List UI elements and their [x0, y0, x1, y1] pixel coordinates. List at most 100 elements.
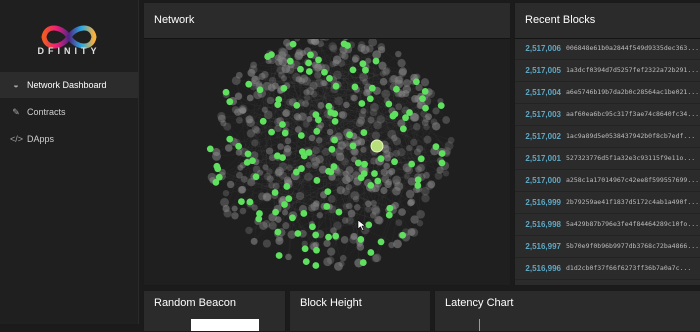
- network-node[interactable]: [417, 164, 425, 172]
- network-node[interactable]: [277, 143, 284, 150]
- network-node-active[interactable]: [422, 88, 429, 95]
- network-node-active[interactable]: [312, 262, 319, 269]
- network-node[interactable]: [263, 239, 271, 247]
- network-node-active[interactable]: [238, 198, 245, 205]
- network-node[interactable]: [374, 216, 382, 224]
- network-node[interactable]: [341, 52, 348, 59]
- network-node[interactable]: [304, 173, 313, 182]
- network-node[interactable]: [365, 206, 372, 213]
- network-node-active[interactable]: [268, 129, 275, 136]
- network-node[interactable]: [380, 70, 386, 76]
- network-node[interactable]: [282, 209, 288, 215]
- network-node[interactable]: [339, 111, 347, 119]
- network-node[interactable]: [262, 107, 268, 113]
- network-node[interactable]: [337, 186, 345, 194]
- network-node-active[interactable]: [367, 95, 374, 102]
- network-node[interactable]: [423, 172, 430, 179]
- network-node-active[interactable]: [260, 118, 267, 125]
- network-node-active[interactable]: [272, 189, 279, 196]
- block-row[interactable]: 2,516,9992b79259ae41f1837d5172c4ab1a490f…: [515, 191, 700, 214]
- block-row[interactable]: 2,517,0021ac9a89d5e0538437942b0f8cb7edf.…: [515, 125, 700, 148]
- network-node-active[interactable]: [289, 214, 296, 221]
- block-number[interactable]: 2,517,003: [515, 110, 561, 119]
- network-node-active[interactable]: [367, 249, 374, 256]
- network-node-active[interactable]: [274, 229, 281, 236]
- network-node[interactable]: [354, 204, 361, 211]
- network-node-active[interactable]: [307, 52, 314, 59]
- network-node[interactable]: [218, 115, 226, 123]
- network-node[interactable]: [425, 113, 432, 120]
- network-node[interactable]: [259, 221, 268, 230]
- network-node[interactable]: [252, 126, 259, 133]
- network-node[interactable]: [393, 137, 401, 145]
- network-node[interactable]: [263, 82, 272, 91]
- sidebar-item-dapps[interactable]: </> DApps: [0, 126, 138, 152]
- network-node-active[interactable]: [419, 95, 426, 102]
- network-node[interactable]: [342, 140, 348, 146]
- network-node-active[interactable]: [359, 60, 366, 67]
- network-node-active[interactable]: [313, 128, 320, 135]
- network-node[interactable]: [308, 204, 315, 211]
- network-node[interactable]: [300, 75, 308, 83]
- block-row[interactable]: 2,517,004a6e5746b19b7da2b0c28564ac1be021…: [515, 81, 700, 104]
- network-node[interactable]: [351, 233, 358, 240]
- network-node-active[interactable]: [280, 85, 287, 92]
- network-node-active[interactable]: [399, 232, 406, 239]
- network-node[interactable]: [384, 155, 391, 162]
- network-node-active[interactable]: [373, 58, 380, 65]
- network-node-active[interactable]: [293, 102, 300, 109]
- block-number[interactable]: 2,516,996: [515, 264, 561, 273]
- network-node-active[interactable]: [325, 103, 332, 110]
- network-node[interactable]: [367, 116, 374, 123]
- network-node[interactable]: [302, 100, 309, 107]
- network-node-active[interactable]: [315, 56, 322, 63]
- network-node[interactable]: [376, 115, 384, 123]
- network-node[interactable]: [328, 42, 337, 51]
- network-node-active[interactable]: [365, 221, 372, 228]
- network-node[interactable]: [251, 238, 258, 245]
- network-node[interactable]: [395, 219, 402, 226]
- network-node[interactable]: [334, 262, 343, 271]
- network-node-active[interactable]: [305, 60, 312, 67]
- network-node[interactable]: [443, 170, 449, 176]
- network-node[interactable]: [232, 206, 238, 212]
- network-node-active[interactable]: [214, 165, 221, 172]
- network-node-active[interactable]: [438, 102, 445, 109]
- network-node[interactable]: [408, 198, 415, 205]
- block-number[interactable]: 2,516,998: [515, 220, 561, 229]
- network-node-active[interactable]: [386, 205, 393, 212]
- network-node[interactable]: [323, 240, 330, 247]
- network-node[interactable]: [380, 187, 387, 194]
- network-node[interactable]: [306, 87, 314, 95]
- network-node[interactable]: [316, 137, 323, 144]
- network-node[interactable]: [240, 208, 247, 215]
- network-node[interactable]: [350, 191, 359, 200]
- network-node[interactable]: [399, 67, 407, 75]
- network-node[interactable]: [404, 173, 410, 179]
- network-node-active[interactable]: [400, 125, 407, 132]
- network-node-active[interactable]: [314, 177, 321, 184]
- network-node[interactable]: [413, 123, 421, 131]
- network-node[interactable]: [432, 107, 439, 114]
- network-node-active[interactable]: [287, 58, 294, 65]
- network-node-active[interactable]: [361, 161, 368, 168]
- network-node[interactable]: [312, 162, 319, 169]
- network-node-active[interactable]: [369, 85, 376, 92]
- network-node[interactable]: [366, 45, 374, 53]
- network-node[interactable]: [285, 138, 292, 145]
- network-node[interactable]: [341, 158, 349, 166]
- network-node-active[interactable]: [223, 89, 230, 96]
- network-node-active[interactable]: [371, 170, 378, 177]
- network-node[interactable]: [327, 129, 333, 135]
- network-node-active[interactable]: [323, 203, 330, 210]
- network-node[interactable]: [338, 59, 346, 67]
- network-node-active[interactable]: [393, 86, 400, 93]
- network-node[interactable]: [328, 195, 336, 203]
- network-node[interactable]: [294, 113, 301, 120]
- network-node[interactable]: [239, 106, 246, 113]
- network-node[interactable]: [341, 236, 349, 244]
- network-node-active[interactable]: [268, 51, 275, 58]
- network-node[interactable]: [388, 168, 395, 175]
- network-node[interactable]: [294, 39, 300, 42]
- network-node[interactable]: [318, 102, 325, 109]
